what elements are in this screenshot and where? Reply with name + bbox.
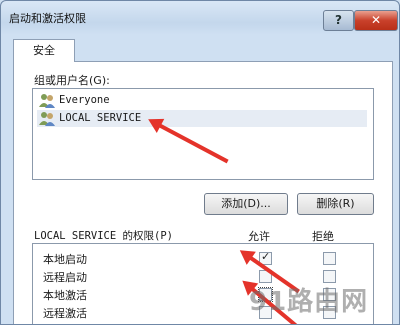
- permission-name: 远程激活: [43, 307, 87, 320]
- permission-name: 远程启动: [43, 271, 87, 284]
- add-button[interactable]: 添加(D)...: [204, 193, 288, 215]
- window-title: 启动和激活权限: [9, 12, 86, 25]
- user-group-icon: [39, 94, 55, 108]
- permission-name: 本地激活: [43, 289, 87, 302]
- watermark: 91路由网: [249, 287, 369, 317]
- close-button[interactable]: ✕: [354, 10, 398, 31]
- deny-checkbox[interactable]: [323, 252, 336, 265]
- permission-row: 本地启动: [33, 249, 373, 267]
- deny-column-header: 拒绝: [312, 230, 334, 243]
- users-label: 组或用户名(G):: [34, 74, 110, 87]
- title-bar: 启动和激活权限 ? ✕: [1, 1, 399, 33]
- allow-column-header: 允许: [248, 230, 270, 243]
- remove-button[interactable]: 删除(R): [297, 193, 374, 215]
- user-name: LOCAL SERVICE: [59, 112, 142, 124]
- list-item[interactable]: Everyone: [37, 92, 367, 109]
- tab-security[interactable]: 安全: [13, 39, 75, 62]
- user-group-icon: [39, 112, 55, 126]
- list-item[interactable]: LOCAL SERVICE: [37, 110, 367, 127]
- user-name: Everyone: [59, 94, 110, 106]
- permissions-dialog: 启动和激活权限 ? ✕ 安全 组或用户名(G): Everyone LOCAL …: [0, 0, 400, 325]
- permissions-label: LOCAL SERVICE 的权限(P): [34, 230, 173, 242]
- help-button[interactable]: ?: [323, 10, 354, 31]
- users-listbox[interactable]: Everyone LOCAL SERVICE: [32, 88, 374, 180]
- permission-name: 本地启动: [43, 253, 87, 266]
